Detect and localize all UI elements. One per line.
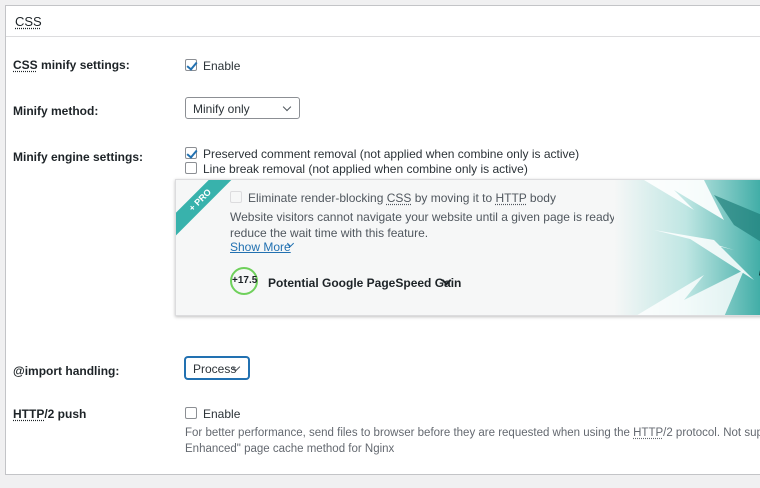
http2-push-label: HTTP/2 push [13,407,86,421]
render-blocking-label: Eliminate render-blocking CSS by moving … [248,191,556,205]
minify-enable-label: Enable [203,59,240,73]
engine-settings-label: Minify engine settings: [13,150,143,164]
pro-illustration [614,180,760,316]
minify-method-select[interactable]: Minify only [185,97,300,119]
pagespeed-gain-badge: +17.5 [230,267,258,295]
pro-description-line1: Website visitors cannot navigate your we… [230,209,623,225]
chevron-down-icon [283,103,291,111]
minify-settings-label: CSS minify settings: [13,58,130,72]
pro-description-line2: reduce the wait time with this feature. [230,225,428,241]
show-more-link[interactable]: Show More [230,240,291,254]
pro-feature-box: + PRO Eliminate render-blocking CSS by m… [175,179,760,316]
panel-header: CSS [6,6,760,37]
import-handling-select[interactable]: Process [185,357,249,379]
section-title: CSS [15,14,42,29]
minify-enable-checkbox[interactable] [185,59,197,71]
pro-ribbon: + PRO [176,180,236,240]
preserved-comment-checkbox[interactable] [185,147,197,159]
line-break-label: Line break removal (not applied when com… [203,162,528,176]
line-break-checkbox[interactable] [185,162,197,174]
preserved-comment-label: Preserved comment removal (not applied w… [203,147,579,161]
pagespeed-gain-label[interactable]: Potential Google PageSpeed Gain [268,276,461,290]
http2-help-line1: For better performance, send files to br… [185,425,760,441]
render-blocking-checkbox[interactable] [230,191,242,203]
http2-push-checkbox[interactable] [185,407,197,419]
minify-method-label: Minify method: [13,104,98,118]
import-handling-label: @import handling: [13,364,119,378]
css-settings-panel: CSS CSS minify settings: Enable Minify m… [5,5,760,475]
http2-help-line2: Enhanced" page cache method for Nginx [185,441,394,457]
http2-push-enable-label: Enable [203,407,240,421]
